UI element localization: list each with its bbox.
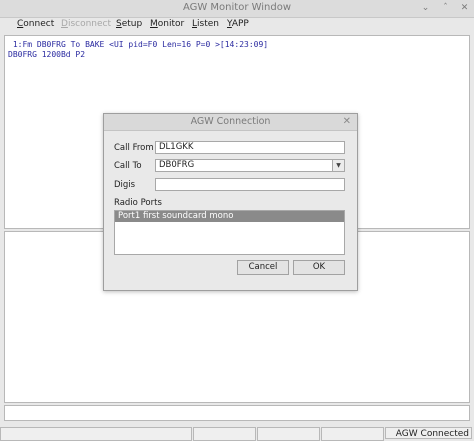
menu-bar: Connect Disconnect Setup Monitor Listen … <box>0 18 474 33</box>
menu-listen[interactable]: Listen <box>192 19 219 29</box>
menu-disconnect[interactable]: Disconnect <box>61 19 111 29</box>
status-bar: AGW Connected <box>0 426 474 441</box>
digis-label: Digis <box>114 180 136 190</box>
menu-setup[interactable]: Setup <box>116 19 142 29</box>
radio-ports-label: Radio Ports <box>114 198 162 208</box>
agw-connection-dialog: AGW Connection ✕ Call From DL1GKK Call T… <box>103 113 358 291</box>
menu-monitor[interactable]: Monitor <box>150 19 184 29</box>
command-input[interactable] <box>4 405 470 421</box>
list-item[interactable]: Port1 first soundcard mono <box>115 211 344 222</box>
monitor-line: 1:Fm DB0FRG To BAKE <UI pid=F0 Len=16 P=… <box>8 40 269 49</box>
call-from-field[interactable]: DL1GKK <box>155 141 345 154</box>
status-cell <box>0 427 192 441</box>
dialog-title: AGW Connection <box>190 116 271 127</box>
chevron-down-icon[interactable]: ▼ <box>332 160 344 171</box>
status-cell <box>257 427 320 441</box>
call-to-label: Call To <box>114 161 142 171</box>
menu-connect[interactable]: Connect <box>17 19 54 29</box>
monitor-line: DB0FRG 1200Bd P2 <box>8 50 86 59</box>
call-to-value: DB0FRG <box>159 160 195 170</box>
window-titlebar[interactable]: AGW Monitor Window ⌄ ˆ ✕ <box>0 0 474 18</box>
digis-field[interactable] <box>155 178 345 191</box>
connection-status: AGW Connected <box>385 427 472 439</box>
ok-button[interactable]: OK <box>293 260 345 275</box>
status-cell <box>193 427 256 441</box>
menu-yapp[interactable]: YAPP <box>227 19 249 29</box>
call-to-combobox[interactable]: DB0FRG ▼ <box>155 159 345 172</box>
minimize-icon[interactable]: ⌄ <box>420 3 431 14</box>
call-from-label: Call From <box>114 143 154 153</box>
close-icon[interactable]: ✕ <box>459 3 470 14</box>
radio-ports-list[interactable]: Port1 first soundcard mono <box>114 210 345 255</box>
close-icon[interactable]: ✕ <box>343 116 351 127</box>
status-cell <box>321 427 384 441</box>
maximize-icon[interactable]: ˆ <box>440 3 451 14</box>
dialog-titlebar[interactable]: AGW Connection ✕ <box>104 114 357 131</box>
window-title: AGW Monitor Window <box>182 2 292 13</box>
cancel-button[interactable]: Cancel <box>237 260 289 275</box>
